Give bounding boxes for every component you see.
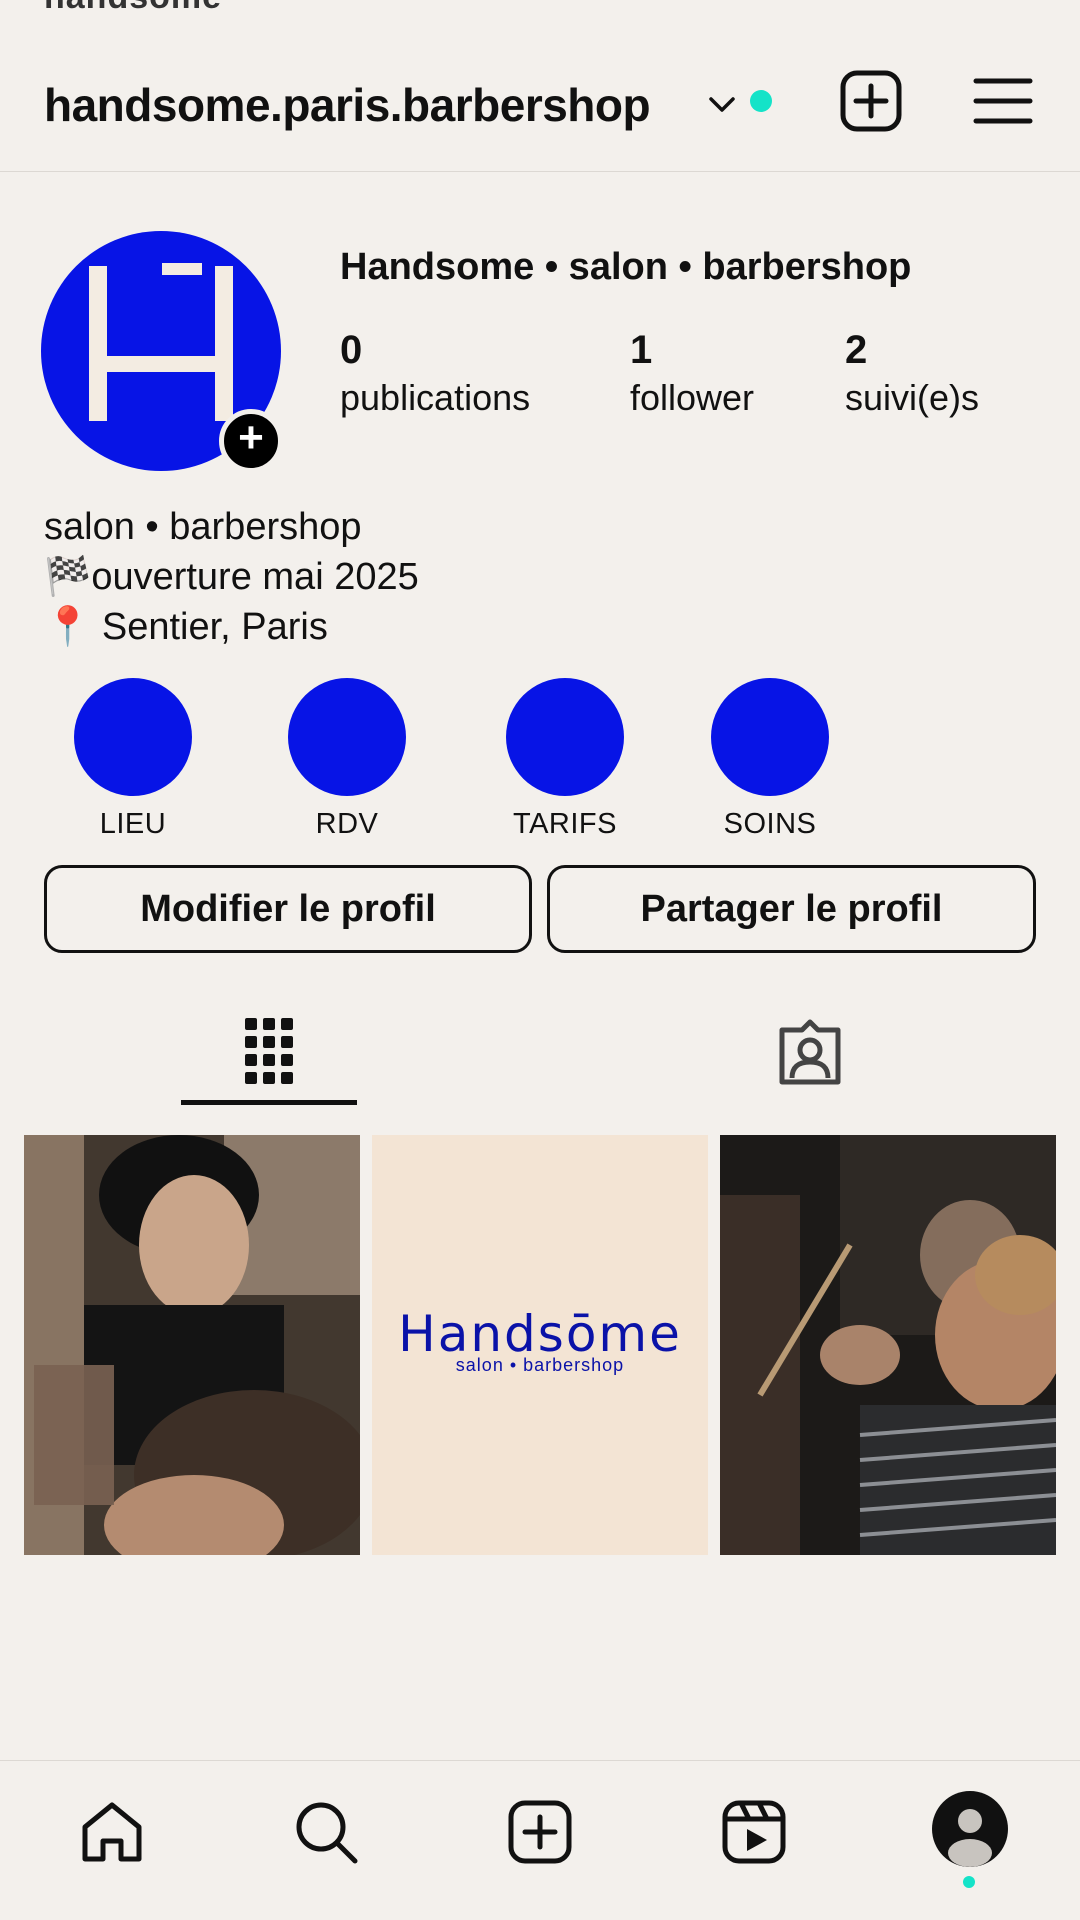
highlight-cover bbox=[506, 678, 624, 796]
notification-dot bbox=[963, 1876, 975, 1888]
bio-line: 🏁ouverture mai 2025 bbox=[44, 556, 419, 598]
avatar-placeholder-icon bbox=[948, 1809, 992, 1867]
followers-count[interactable]: 1 follower bbox=[630, 324, 754, 420]
tagged-icon[interactable] bbox=[770, 1010, 850, 1090]
search-icon[interactable] bbox=[291, 1797, 361, 1867]
highlight-label: RDV bbox=[315, 808, 379, 840]
highlight-cover bbox=[288, 678, 406, 796]
highlight-cover bbox=[711, 678, 829, 796]
stat-value: 2 bbox=[845, 328, 868, 372]
barber-photo bbox=[720, 1135, 1056, 1555]
chevron-down-icon[interactable] bbox=[702, 84, 742, 124]
highlight-label: TARIFS bbox=[513, 808, 617, 840]
highlight-cover bbox=[74, 678, 192, 796]
edit-profile-button[interactable]: Modifier le profil bbox=[44, 865, 532, 953]
header: handsome.paris.barbershop bbox=[0, 40, 1080, 172]
grid-icon[interactable] bbox=[229, 1010, 309, 1090]
stat-label: follower bbox=[630, 377, 755, 418]
posts-count[interactable]: 0 publications bbox=[340, 324, 530, 420]
status-bar: handsome bbox=[0, 0, 1080, 18]
post-thumbnail[interactable] bbox=[720, 1135, 1056, 1555]
highlight-tarifs[interactable]: TARIFS bbox=[495, 678, 635, 841]
active-tab-indicator bbox=[181, 1100, 357, 1105]
highlight-label: LIEU bbox=[99, 808, 167, 840]
bio-line: salon • barbershop bbox=[44, 506, 362, 548]
stat-label: suivi(e)s bbox=[845, 377, 980, 418]
bottom-nav bbox=[0, 1760, 1080, 1920]
bio-line: 📍 Sentier, Paris bbox=[44, 606, 328, 648]
post-thumbnail[interactable]: Handsōme salon • barbershop bbox=[372, 1135, 708, 1555]
highlight-rdv[interactable]: RDV bbox=[277, 678, 417, 841]
bio: salon • barbershop 🏁ouverture mai 2025 📍… bbox=[44, 502, 419, 652]
stat-value: 1 bbox=[630, 328, 653, 372]
home-icon[interactable] bbox=[77, 1797, 147, 1867]
following-count[interactable]: 2 suivi(e)s bbox=[845, 324, 979, 420]
online-indicator bbox=[750, 90, 772, 112]
profile-page: handsome handsome.paris.barbershop + Han… bbox=[0, 0, 1080, 1920]
post-thumbnail[interactable] bbox=[24, 1135, 360, 1555]
stat-label: publications bbox=[340, 377, 531, 418]
display-name: Handsome • salon • barbershop bbox=[340, 246, 912, 288]
highlight-soins[interactable]: SOINS bbox=[700, 678, 840, 841]
status-bar-text: handsome bbox=[44, 0, 222, 17]
profile-icon[interactable] bbox=[932, 1791, 1008, 1867]
menu-icon[interactable] bbox=[970, 68, 1036, 134]
highlight-lieu[interactable]: LIEU bbox=[63, 678, 203, 841]
stat-value: 0 bbox=[340, 328, 363, 372]
barber-photo bbox=[24, 1135, 360, 1555]
add-post-icon[interactable] bbox=[838, 68, 904, 134]
reels-icon[interactable] bbox=[719, 1797, 789, 1867]
add-story-button[interactable]: + bbox=[219, 409, 283, 473]
username-switcher[interactable]: handsome.paris.barbershop bbox=[44, 78, 651, 132]
create-icon[interactable] bbox=[505, 1797, 575, 1867]
highlight-label: SOINS bbox=[723, 808, 817, 840]
share-profile-button[interactable]: Partager le profil bbox=[547, 865, 1036, 953]
brand-logo-subtitle: salon • barbershop bbox=[455, 1355, 625, 1375]
